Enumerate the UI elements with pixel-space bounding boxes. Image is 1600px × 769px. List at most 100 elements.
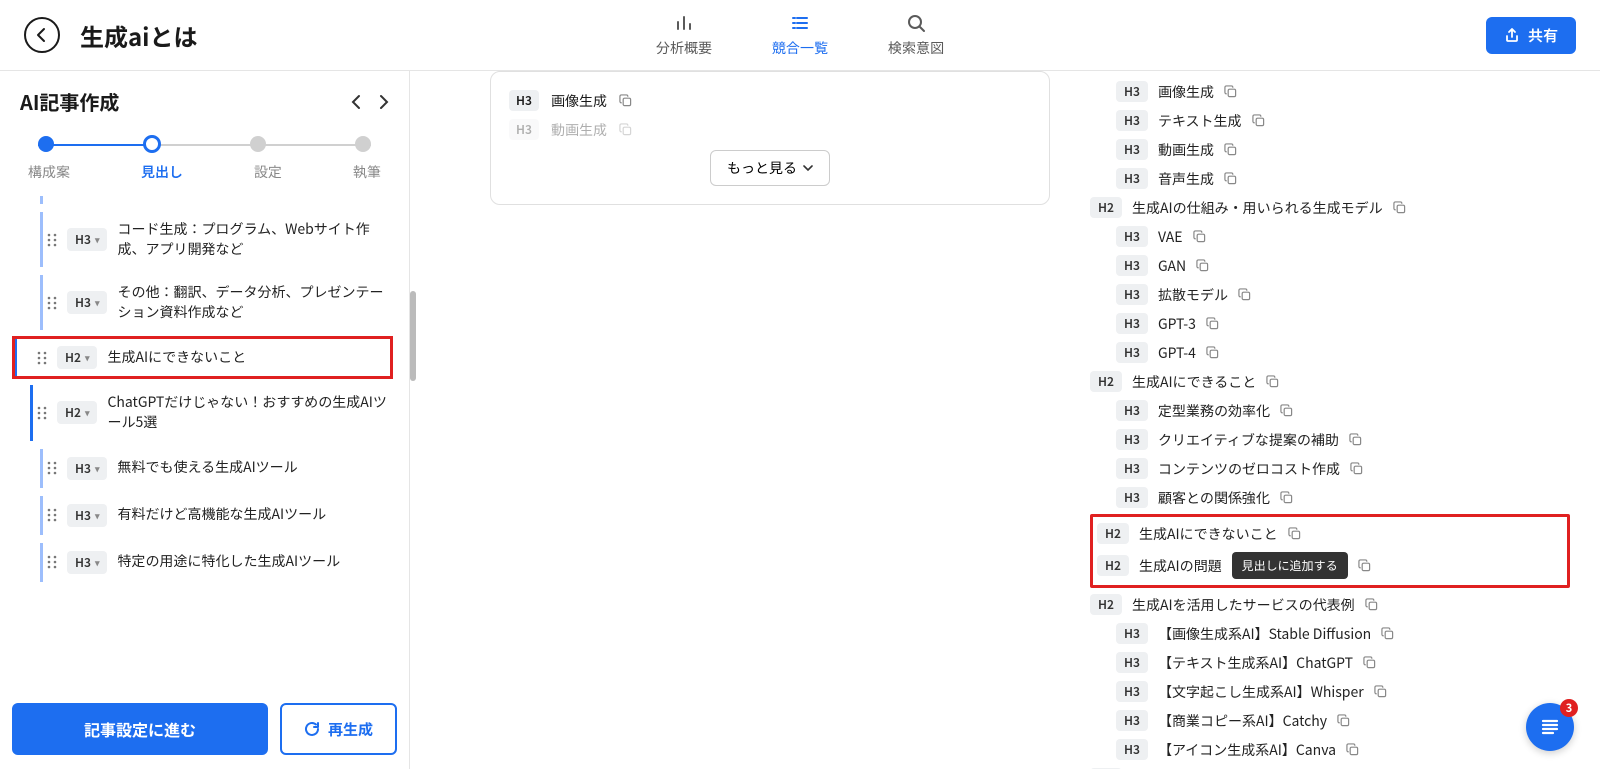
scrollbar-indicator[interactable] bbox=[410, 291, 416, 381]
outline-row[interactable]: H2生成AIを活用したサービスの代表例 bbox=[1090, 590, 1570, 619]
step-label[interactable]: 設定 bbox=[254, 162, 282, 182]
next-icon[interactable] bbox=[379, 94, 389, 110]
heading-level-tag[interactable]: H3▾ bbox=[67, 228, 107, 251]
outline-row[interactable]: H3【商業コピー系AI】Catchy bbox=[1090, 706, 1570, 735]
tab-analysis[interactable]: 分析概要 bbox=[656, 12, 712, 58]
chevron-down-icon: ▾ bbox=[95, 462, 100, 475]
copy-icon[interactable] bbox=[1206, 346, 1219, 359]
step-label[interactable]: 見出し bbox=[141, 162, 183, 182]
tab-competitors[interactable]: 競合一覧 bbox=[772, 12, 828, 58]
outline-row[interactable]: H3テキスト生成 bbox=[1090, 106, 1570, 135]
outline-row[interactable]: H3コンテンツのゼロコスト作成 bbox=[1090, 454, 1570, 483]
copy-icon[interactable] bbox=[619, 94, 632, 107]
copy-icon[interactable] bbox=[1288, 527, 1301, 540]
outline-row[interactable]: H3画像生成 bbox=[1090, 77, 1570, 106]
copy-icon[interactable] bbox=[1358, 559, 1371, 572]
sidebar-actions: 記事設定に進む 再生成 bbox=[0, 689, 409, 769]
drag-handle-icon[interactable] bbox=[47, 295, 57, 311]
share-button[interactable]: 共有 bbox=[1486, 17, 1576, 54]
outline-row[interactable]: H3拡散モデル bbox=[1090, 280, 1570, 309]
step-dot-1[interactable] bbox=[38, 136, 54, 152]
copy-icon[interactable] bbox=[1224, 172, 1237, 185]
outline-row[interactable]: H3【テキスト生成系AI】ChatGPT bbox=[1090, 648, 1570, 677]
heading-level-tag[interactable]: H3▾ bbox=[67, 291, 107, 314]
copy-icon[interactable] bbox=[1393, 201, 1406, 214]
heading-item[interactable]: H3▾コード生成：プログラム、Webサイト作成、アプリ開発など bbox=[40, 212, 397, 267]
chat-badge: 3 bbox=[1560, 699, 1578, 717]
step-label[interactable]: 執筆 bbox=[353, 162, 381, 182]
copy-icon[interactable] bbox=[619, 123, 632, 136]
heading-level-tag[interactable]: H3▾ bbox=[67, 551, 107, 574]
copy-icon[interactable] bbox=[1196, 259, 1209, 272]
copy-icon[interactable] bbox=[1337, 714, 1350, 727]
copy-icon[interactable] bbox=[1365, 598, 1378, 611]
drag-handle-icon[interactable] bbox=[47, 232, 57, 248]
outline-row[interactable]: H3VAE bbox=[1090, 222, 1570, 251]
right-panel[interactable]: H3画像生成H3テキスト生成H3動画生成H3音声生成H2生成AIの仕組み・用いら… bbox=[1080, 71, 1600, 769]
outline-row[interactable]: H3【文字起こし生成系AI】Whisper bbox=[1090, 677, 1570, 706]
proceed-button[interactable]: 記事設定に進む bbox=[12, 703, 268, 755]
copy-icon[interactable] bbox=[1381, 627, 1394, 640]
show-more-button[interactable]: もっと見る bbox=[710, 150, 830, 186]
outline-row[interactable]: H3GPT-4 bbox=[1090, 338, 1570, 367]
regenerate-button[interactable]: 再生成 bbox=[280, 703, 397, 755]
heading-level-tag[interactable]: H2▾ bbox=[57, 346, 97, 369]
copy-icon[interactable] bbox=[1193, 230, 1206, 243]
copy-icon[interactable] bbox=[1349, 433, 1362, 446]
drag-handle-icon[interactable] bbox=[37, 405, 47, 421]
outline-text: 動画生成 bbox=[1158, 140, 1214, 160]
step-dot-2[interactable] bbox=[143, 135, 161, 153]
chat-button[interactable]: 3 bbox=[1526, 703, 1574, 751]
copy-icon[interactable] bbox=[1363, 656, 1376, 669]
copy-icon[interactable] bbox=[1280, 404, 1293, 417]
copy-icon[interactable] bbox=[1252, 114, 1265, 127]
drag-handle-icon[interactable] bbox=[47, 507, 57, 523]
heading-item[interactable]: H2▾ChatGPTだけじゃない！おすすめの生成AIツール5選 bbox=[30, 385, 397, 440]
share-label: 共有 bbox=[1528, 25, 1558, 46]
outline-row[interactable]: H3顧客との関係強化 bbox=[1090, 483, 1570, 512]
heading-level-tag[interactable]: H2▾ bbox=[57, 401, 97, 424]
drag-handle-icon[interactable] bbox=[37, 350, 47, 366]
outline-row[interactable]: H3動画生成 bbox=[1090, 135, 1570, 164]
drag-handle-icon[interactable] bbox=[47, 460, 57, 476]
step-dot-4[interactable] bbox=[355, 136, 371, 152]
copy-icon[interactable] bbox=[1346, 743, 1359, 756]
heading-item[interactable]: H3▾無料でも使える生成AIツール bbox=[40, 449, 397, 488]
outline-row[interactable]: H3定型業務の効率化 bbox=[1090, 396, 1570, 425]
outline-row[interactable]: H3クリエイティブな提案の補助 bbox=[1090, 425, 1570, 454]
outline-row[interactable]: H3音声生成 bbox=[1090, 164, 1570, 193]
outline-row[interactable]: H3GAN bbox=[1090, 251, 1570, 280]
copy-icon[interactable] bbox=[1350, 462, 1363, 475]
outline-row[interactable]: H2生成AIの活用領域 bbox=[1090, 764, 1570, 769]
heading-list[interactable]: H3▾コード生成：プログラム、Webサイト作成、アプリ開発など H3▾その他：翻訳… bbox=[0, 192, 409, 689]
outline-row[interactable]: H2生成AIの問題見出しに追加する bbox=[1097, 548, 1563, 583]
copy-icon[interactable] bbox=[1224, 143, 1237, 156]
copy-icon[interactable] bbox=[1238, 288, 1251, 301]
tab-intent[interactable]: 検索意図 bbox=[888, 12, 944, 58]
copy-icon[interactable] bbox=[1280, 491, 1293, 504]
outline-row[interactable]: H3GPT-3 bbox=[1090, 309, 1570, 338]
outline-row[interactable]: H3【画像生成系AI】Stable Diffusion bbox=[1090, 619, 1570, 648]
copy-icon[interactable] bbox=[1206, 317, 1219, 330]
heading-level-tag[interactable]: H3▾ bbox=[67, 504, 107, 527]
step-dot-3[interactable] bbox=[250, 136, 266, 152]
outline-text: クリエイティブな提案の補助 bbox=[1158, 430, 1339, 450]
drag-handle-icon[interactable] bbox=[47, 554, 57, 570]
heading-text: 特定の用途に特化した生成AIツール bbox=[117, 552, 393, 572]
outline-row[interactable]: H2生成AIの仕組み・用いられる生成モデル bbox=[1090, 193, 1570, 222]
prev-icon[interactable] bbox=[351, 94, 361, 110]
heading-item[interactable]: H3▾有料だけど高機能な生成AIツール bbox=[40, 496, 397, 535]
back-button[interactable] bbox=[24, 17, 60, 53]
heading-level-tag: H2 bbox=[1097, 555, 1129, 576]
outline-row[interactable]: H3【アイコン生成系AI】Canva bbox=[1090, 735, 1570, 764]
outline-row[interactable]: H2生成AIにできること bbox=[1090, 367, 1570, 396]
outline-row[interactable]: H2生成AIにできないこと bbox=[1097, 519, 1563, 548]
heading-level-tag[interactable]: H3▾ bbox=[67, 457, 107, 480]
heading-item[interactable]: H3▾その他：翻訳、データ分析、プレゼンテーション資料作成など bbox=[40, 275, 397, 330]
heading-item[interactable]: H2▾生成AIにできないこと bbox=[14, 338, 391, 377]
copy-icon[interactable] bbox=[1224, 85, 1237, 98]
heading-item[interactable]: H3▾ 特定の用途に特化した生成AIツール bbox=[40, 543, 397, 582]
copy-icon[interactable] bbox=[1266, 375, 1279, 388]
copy-icon[interactable] bbox=[1374, 685, 1387, 698]
step-label[interactable]: 構成案 bbox=[28, 162, 70, 182]
